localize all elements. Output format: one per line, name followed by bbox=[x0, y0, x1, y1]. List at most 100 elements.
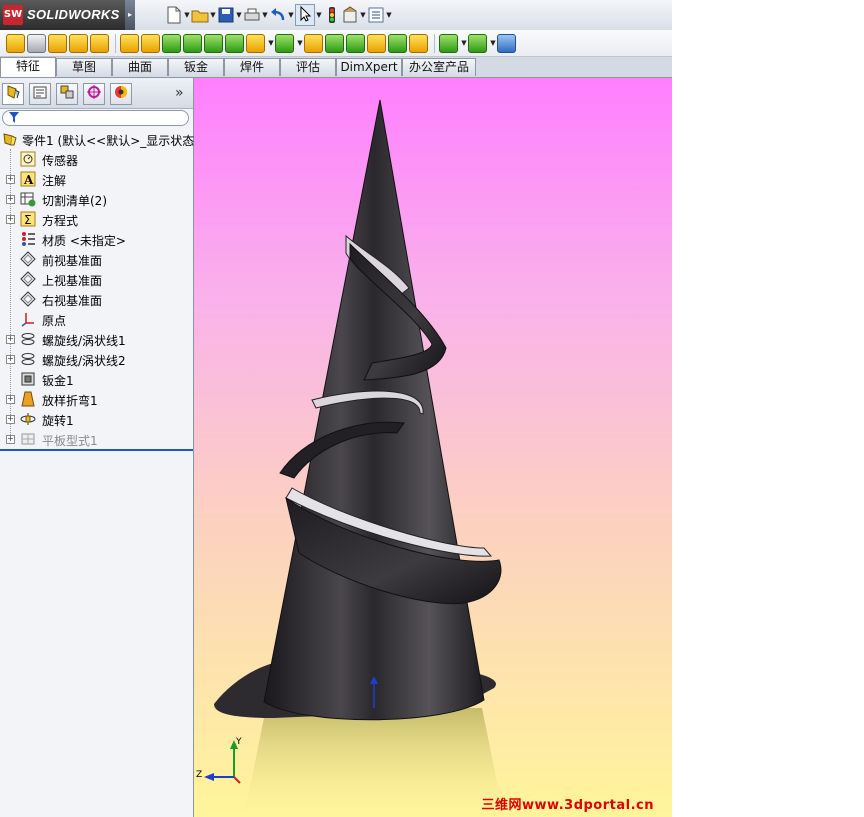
print-dropdown[interactable]: ▼ bbox=[261, 11, 269, 19]
expand-toggle[interactable]: + bbox=[6, 215, 15, 224]
annotation-icon: A bbox=[20, 171, 36, 187]
tree-item-label: 平板型式1 bbox=[42, 434, 98, 448]
vent-dropdown[interactable]: ▼ bbox=[267, 39, 275, 47]
tree-item-sensors[interactable]: 传感器 bbox=[0, 149, 193, 169]
save-dropdown[interactable]: ▼ bbox=[235, 11, 243, 19]
property-manager-tab[interactable] bbox=[29, 83, 51, 105]
configuration-manager-tab[interactable] bbox=[56, 83, 78, 105]
jog-icon[interactable] bbox=[90, 33, 109, 53]
open-dropdown[interactable]: ▼ bbox=[209, 11, 217, 19]
tree-item-label: 螺旋线/涡状线1 bbox=[42, 334, 126, 348]
tab-office-products[interactable]: 办公室产品 bbox=[402, 58, 476, 76]
list-dropdown[interactable]: ▼ bbox=[385, 11, 393, 19]
unfold-icon[interactable] bbox=[275, 33, 294, 53]
closed-corner-icon[interactable] bbox=[162, 33, 181, 53]
origin-icon bbox=[20, 311, 36, 327]
welded-corner-icon[interactable] bbox=[183, 33, 202, 53]
graphics-area[interactable]: 三维网www.3dportal.cn bbox=[194, 78, 672, 817]
tree-root-part[interactable]: 零件1 (默认<<默认>_显示状态 bbox=[0, 129, 194, 149]
select-icon[interactable] bbox=[295, 4, 315, 26]
extruded-cut-icon[interactable] bbox=[409, 33, 428, 53]
hole-dropdown[interactable]: ▼ bbox=[460, 39, 468, 47]
sensor-icon bbox=[20, 151, 36, 167]
tree-item-cut-list[interactable]: + 切割清单(2) bbox=[0, 189, 193, 209]
menu-expand-button[interactable]: ▸ bbox=[125, 0, 135, 30]
miter-flange-icon[interactable] bbox=[48, 33, 67, 53]
forming-tool-icon[interactable] bbox=[225, 33, 244, 53]
vent-icon[interactable] bbox=[246, 33, 265, 53]
expand-toggle[interactable]: + bbox=[6, 355, 15, 364]
break-corner-icon[interactable] bbox=[204, 33, 223, 53]
simple-hole-icon[interactable] bbox=[439, 33, 458, 53]
tab-evaluate[interactable]: 评估 bbox=[280, 58, 336, 76]
open-icon[interactable] bbox=[191, 6, 209, 24]
solidworks-logo: SW SOLIDWORKS bbox=[0, 0, 125, 30]
no-bends-icon[interactable] bbox=[346, 33, 365, 53]
panel-collapse-button[interactable]: » bbox=[175, 85, 184, 101]
tree-item-helix-2[interactable]: + 螺旋线/涡状线2 bbox=[0, 349, 193, 369]
tab-sketch[interactable]: 草图 bbox=[56, 58, 112, 76]
tree-item-flat-pattern[interactable]: + 平板型式1 bbox=[0, 429, 193, 449]
tree-item-top-plane[interactable]: 上视基准面 bbox=[0, 269, 193, 289]
new-icon[interactable] bbox=[165, 6, 183, 24]
expand-toggle[interactable]: + bbox=[6, 335, 15, 344]
options-dropdown[interactable]: ▼ bbox=[359, 11, 367, 19]
undo-dropdown[interactable]: ▼ bbox=[287, 11, 295, 19]
expand-toggle[interactable]: + bbox=[6, 415, 15, 424]
expand-toggle[interactable]: + bbox=[6, 395, 15, 404]
options-icon[interactable] bbox=[341, 6, 359, 24]
expand-toggle[interactable]: + bbox=[6, 435, 15, 444]
dimxpert-manager-tab[interactable] bbox=[83, 83, 105, 105]
tab-sheet-metal[interactable]: 钣金 bbox=[168, 58, 224, 76]
select-dropdown[interactable]: ▼ bbox=[315, 11, 323, 19]
expand-toggle[interactable]: + bbox=[6, 175, 15, 184]
rollback-bar[interactable] bbox=[0, 449, 193, 451]
cross-break-icon[interactable] bbox=[141, 33, 160, 53]
expand-toggle[interactable]: + bbox=[6, 195, 15, 204]
tree-item-front-plane[interactable]: 前视基准面 bbox=[0, 249, 193, 269]
save-icon[interactable] bbox=[217, 6, 235, 24]
tab-weldments[interactable]: 焊件 bbox=[224, 58, 280, 76]
rip-icon[interactable] bbox=[367, 33, 386, 53]
hem-icon[interactable] bbox=[69, 33, 88, 53]
tree-item-origin[interactable]: 原点 bbox=[0, 309, 193, 329]
insert-bends-icon[interactable] bbox=[388, 33, 407, 53]
mirror-dropdown[interactable]: ▼ bbox=[489, 39, 497, 47]
reference-triad[interactable]: Y Z bbox=[196, 735, 246, 785]
new-dropdown[interactable]: ▼ bbox=[183, 11, 191, 19]
toolbar-separator bbox=[115, 33, 116, 53]
tree-item-revolve[interactable]: + 旋转1 bbox=[0, 409, 193, 429]
sketched-bend-icon[interactable] bbox=[120, 33, 139, 53]
list-icon[interactable] bbox=[367, 6, 385, 24]
swept-flange-icon[interactable] bbox=[497, 33, 516, 53]
tree-item-annotations[interactable]: + A 注解 bbox=[0, 169, 193, 189]
tree-item-right-plane[interactable]: 右视基准面 bbox=[0, 289, 193, 309]
sheet-metal-icon bbox=[20, 371, 36, 387]
tree-item-helix-1[interactable]: + 螺旋线/涡状线1 bbox=[0, 329, 193, 349]
tree-item-material[interactable]: 材质 <未指定> bbox=[0, 229, 193, 249]
tab-surfaces[interactable]: 曲面 bbox=[112, 58, 168, 76]
undo-icon[interactable] bbox=[269, 6, 287, 24]
unfold-dropdown[interactable]: ▼ bbox=[296, 39, 304, 47]
tree-filter-input[interactable] bbox=[2, 110, 189, 126]
tab-features[interactable]: 特征 bbox=[0, 57, 56, 77]
tree-item-equations[interactable]: + Σ 方程式 bbox=[0, 209, 193, 229]
tree-item-sheet-metal[interactable]: 钣金1 bbox=[0, 369, 193, 389]
print-icon[interactable] bbox=[243, 6, 261, 24]
base-flange-icon[interactable] bbox=[6, 33, 25, 53]
toolbar-separator bbox=[434, 33, 435, 53]
tab-dimxpert[interactable]: DimXpert bbox=[336, 58, 402, 76]
fold-icon[interactable] bbox=[304, 33, 323, 53]
mirror-icon[interactable] bbox=[468, 33, 487, 53]
rebuild-icon[interactable] bbox=[323, 6, 341, 24]
configuration-icon bbox=[59, 85, 75, 104]
tree-item-label: 右视基准面 bbox=[42, 294, 103, 308]
convert-icon[interactable] bbox=[27, 33, 46, 53]
tree-item-label: 螺旋线/涡状线2 bbox=[42, 354, 126, 368]
feature-manager-tab[interactable] bbox=[2, 83, 24, 105]
svg-text:A: A bbox=[23, 173, 34, 187]
flatten-icon[interactable] bbox=[325, 33, 344, 53]
display-manager-tab[interactable] bbox=[110, 83, 132, 105]
tree-item-lofted-bend[interactable]: + 放样折弯1 bbox=[0, 389, 193, 409]
part-icon bbox=[2, 131, 18, 147]
